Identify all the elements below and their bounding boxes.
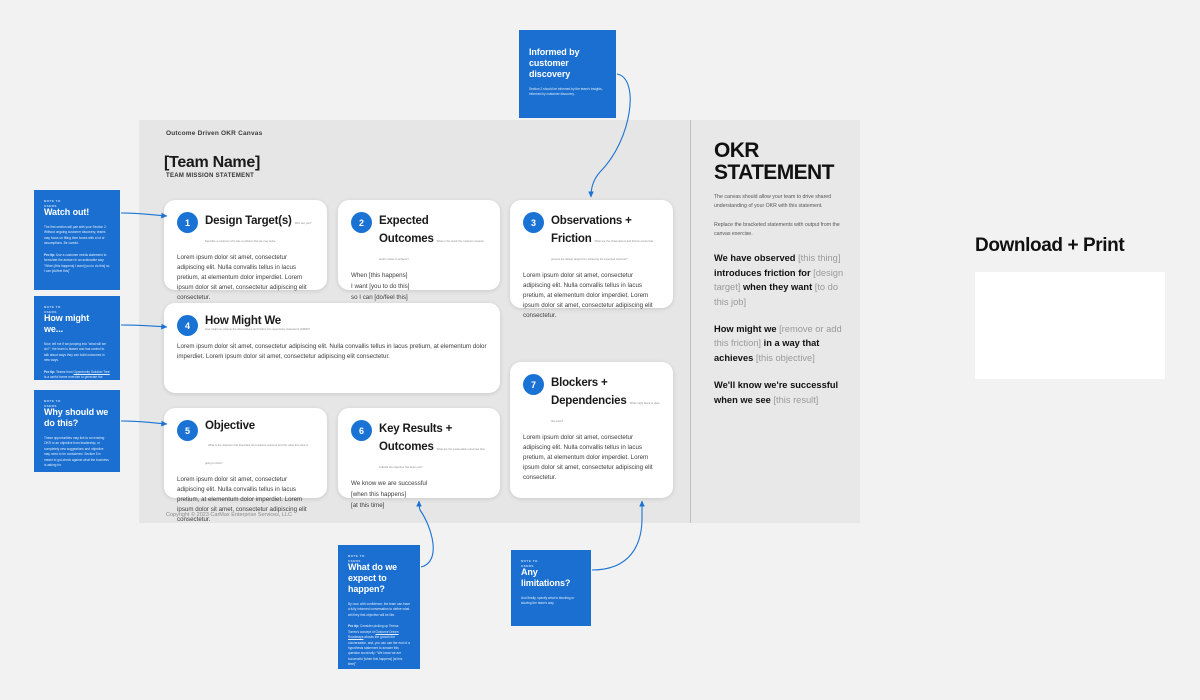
card-observations-friction[interactable]: 3 Observations + Friction What are the ob…	[510, 200, 673, 319]
card-body-text: Lorem ipsum dolor sit amet, consectetur …	[177, 343, 487, 361]
sticky-protip-lead: Pro tip:	[348, 624, 360, 629]
okr-statement-observed: We have observed [this thing] introduces…	[714, 251, 847, 309]
okr-stmt-strong: when they want	[742, 282, 815, 293]
sticky-body-protip: Pro tip: Consider picking up Teresa Torr…	[348, 624, 410, 668]
card-number-badge: 1	[177, 212, 198, 233]
card-number-badge: 3	[523, 212, 544, 233]
sticky-title: Any limitations?	[521, 567, 571, 588]
okr-note-2: Replace the bracketed statements with ou…	[714, 222, 840, 237]
sticky-body: These opportunities may link to an exist…	[44, 435, 109, 468]
card-body-text: Lorem ipsum dolor sit amet, consectetur …	[177, 476, 307, 524]
okr-stmt-strong: introduces friction for	[714, 267, 814, 278]
okr-statement-title: OKR STATEMENT	[714, 139, 847, 185]
card-design-targets[interactable]: 1 Design Target(s) Who are you? Describe …	[164, 200, 327, 301]
okr-note-1: The canvas should allow your team to dri…	[714, 194, 832, 209]
canvas-label: Outcome Driven OKR Canvas	[166, 130, 263, 137]
sticky-title: Watch out!	[44, 207, 90, 217]
card-header: 2 Expected Outcomes What is the result th…	[351, 211, 487, 265]
card-header: 4 How Might We How might we reframe the o…	[177, 314, 487, 336]
okr-stmt-strong: How might we	[714, 324, 780, 335]
sticky-protip-text: Teams from	[55, 369, 74, 374]
card-heading-text: Blockers + Dependencies What might block …	[551, 373, 660, 427]
sticky-protip-end: abouts the growth the conversation, and,…	[348, 635, 410, 667]
okr-title-line1: OKR	[714, 139, 759, 162]
card-title: Blockers + Dependencies	[551, 377, 627, 407]
okr-stmt-plain: [this result]	[773, 394, 819, 405]
card-heading-text: Design Target(s) Who are you? Describe a …	[205, 211, 314, 247]
sticky-note-why-should-we[interactable]: NOTE TO USERS Why should we do this? The…	[34, 390, 120, 472]
card-header: 5 Objective What is the objective that de…	[177, 419, 314, 469]
card-body-text: Lorem ipsum dolor sit amet, consectetur …	[177, 254, 307, 302]
card-body-text: We know we are successful [when this hap…	[351, 480, 428, 509]
card-heading-text: Objective What is the objective that desc…	[205, 419, 314, 469]
card-blockers-dependencies[interactable]: 7 Blockers + Dependencies What might bloc…	[510, 362, 673, 498]
card-header: 3 Observations + Friction What are the ob…	[523, 211, 660, 265]
sticky-note-what-do-we-expect[interactable]: NOTE TO USERS What do we expect to happe…	[338, 545, 420, 669]
download-print-preview-box[interactable]	[975, 272, 1165, 379]
sticky-protip-lead: Pro tip:	[44, 369, 56, 374]
sticky-title: Why should we do this?	[44, 407, 109, 428]
sticky-note-how-might-we[interactable]: NOTE TO USERS How might we... Now, tell …	[34, 296, 120, 385]
sticky-title: Informed by customer discovery	[529, 47, 580, 79]
card-how-might-we[interactable]: 4 How Might We How might we reframe the o…	[164, 303, 500, 393]
okr-stmt-strong: We have observed	[714, 253, 799, 264]
card-subtitle: What is the objective that describes the…	[205, 444, 309, 466]
card-header: 6 Key Results + Outcomes What are the mea…	[351, 419, 487, 473]
card-number-badge: 6	[351, 420, 372, 441]
card-number-badge: 7	[523, 374, 544, 395]
card-body-text: Lorem ipsum dolor sit amet, consectetur …	[523, 272, 653, 320]
okr-statement-how-might-we: How might we [remove or add this frictio…	[714, 322, 847, 365]
card-number-badge: 4	[177, 315, 198, 336]
okr-stmt-plain: [this thing]	[798, 253, 841, 264]
team-mission-statement: TEAM MISSION STATEMENT	[166, 173, 255, 179]
sticky-body: By now, with confidence, the team can ha…	[348, 601, 411, 617]
sticky-protip-lead: Pro tip:	[44, 252, 56, 257]
card-objective[interactable]: 5 Objective What is the objective that de…	[164, 408, 327, 523]
sticky-body: The first section will pair with your Se…	[44, 224, 107, 246]
card-key-results-outcomes[interactable]: 6 Key Results + Outcomes What are the mea…	[338, 408, 500, 509]
card-title: Expected Outcomes	[379, 215, 434, 245]
card-number-badge: 2	[351, 212, 372, 233]
sticky-note-informed-by-customer-discovery[interactable]: Informed by customer discovery Section 2…	[519, 30, 616, 118]
card-number-badge: 5	[177, 420, 198, 441]
okr-statement-success: We'll know we're successful when we see …	[714, 378, 847, 407]
card-heading-text: Key Results + Outcomes What are the measu…	[379, 419, 487, 473]
sticky-protip-end: is a useful frame exercise to generate t…	[44, 375, 103, 385]
card-title: Objective	[205, 420, 255, 432]
sticky-body: And finally, specify what is blocking or…	[521, 595, 575, 606]
card-title: Design Target(s)	[205, 215, 292, 227]
sticky-title: What do we expect to happen?	[348, 562, 397, 594]
download-print-title: Download + Print	[975, 235, 1125, 256]
team-name: [Team Name]	[164, 154, 260, 171]
okr-statement-panel: OKR STATEMENT The canvas should allow yo…	[714, 139, 847, 407]
sticky-body-protip: Pro tip: Use a customer needs statement …	[44, 253, 110, 275]
sticky-body: Now, tell me if we jumping into "what wi…	[44, 341, 106, 363]
sticky-body-protip: Pro tip: Teams from Opportunity Solution…	[44, 370, 110, 386]
sticky-note-any-limitations[interactable]: NOTE TO USERS Any limitations? And final…	[511, 550, 591, 626]
card-body-text: Lorem ipsum dolor sit amet, consectetur …	[523, 434, 653, 482]
card-body-text: When [this happens] I want [you to do th…	[351, 272, 410, 301]
okr-stmt-plain: [this objective]	[755, 352, 815, 363]
card-header: 1 Design Target(s) Who are you? Describe …	[177, 211, 314, 247]
okr-title-line2: STATEMENT	[714, 161, 834, 185]
card-title: How Might We	[205, 315, 281, 327]
card-heading-text: Observations + Friction What are the obse…	[551, 211, 660, 265]
card-heading-text: Expected Outcomes What is the result the …	[379, 211, 487, 265]
card-expected-outcomes[interactable]: 2 Expected Outcomes What is the result th…	[338, 200, 500, 301]
card-header: 7 Blockers + Dependencies What might bloc…	[523, 373, 660, 427]
sticky-title: How might we...	[44, 313, 90, 334]
card-subtitle: How might we reframe the observations an…	[205, 328, 311, 332]
card-heading-text: How Might We How might we reframe the obs…	[205, 314, 487, 332]
sticky-protip-link[interactable]: Opportunity Solution Tree	[74, 370, 110, 374]
sticky-note-watch-out[interactable]: NOTE TO USERS Watch out! The first secti…	[34, 190, 120, 290]
sticky-body: Section 2 should be informed by the team…	[529, 86, 603, 97]
okr-canvas-page: Outcome Driven OKR Canvas [Team Name] TE…	[0, 0, 1200, 700]
